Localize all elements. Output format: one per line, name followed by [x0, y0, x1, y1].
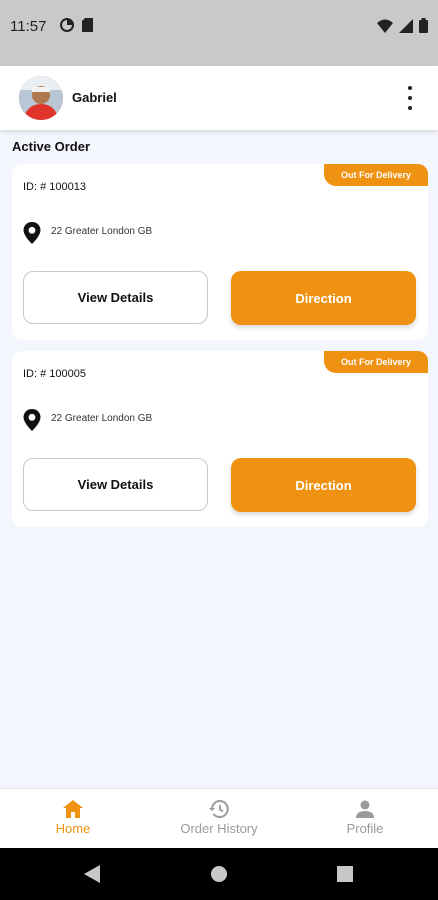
user-name: Gabriel: [72, 90, 117, 105]
order-id: ID: # 100013: [23, 181, 86, 193]
view-details-button[interactable]: View Details: [23, 458, 208, 511]
nav-label-profile: Profile: [346, 821, 384, 836]
status-bar: 11:57: [0, 0, 438, 66]
status-badge: Out For Delivery: [323, 351, 428, 373]
order-card: Out For Delivery ID: # 100005 22 Greater…: [12, 351, 428, 527]
history-icon: [209, 800, 229, 818]
nav-item-profile[interactable]: Profile: [292, 789, 438, 849]
back-icon[interactable]: [84, 865, 100, 883]
bottom-nav: Home Order History Profile: [0, 788, 438, 848]
order-card: Out For Delivery ID: # 100013 22 Greater…: [12, 164, 428, 340]
system-nav-bar: [0, 848, 438, 900]
nav-label-order-history: Order History: [180, 821, 258, 836]
status-badge: Out For Delivery: [323, 164, 428, 186]
app-bar: Gabriel: [0, 66, 438, 130]
avatar[interactable]: [19, 76, 63, 120]
wifi-icon: [377, 19, 393, 33]
recents-icon[interactable]: [337, 866, 353, 882]
battery-icon: [419, 18, 428, 33]
signal-icon: [399, 18, 413, 33]
order-address: 22 Greater London GB: [51, 413, 153, 424]
nav-label-home: Home: [55, 821, 91, 836]
direction-button[interactable]: Direction: [231, 458, 416, 512]
section-title: Active Order: [12, 139, 91, 154]
data-saver-icon: [60, 18, 74, 32]
sd-card-icon: [82, 18, 93, 32]
order-address: 22 Greater London GB: [51, 226, 153, 237]
location-pin-icon: [23, 222, 41, 244]
location-pin-icon: [23, 409, 41, 431]
status-time: 11:57: [10, 18, 47, 35]
nav-item-home[interactable]: Home: [0, 789, 146, 849]
person-icon: [356, 800, 374, 818]
home-circle-icon[interactable]: [211, 866, 227, 882]
home-icon: [63, 800, 83, 818]
order-id: ID: # 100005: [23, 368, 86, 380]
nav-item-order-history[interactable]: Order History: [146, 789, 292, 849]
direction-button[interactable]: Direction: [231, 271, 416, 325]
view-details-button[interactable]: View Details: [23, 271, 208, 324]
more-options-icon[interactable]: [402, 86, 418, 110]
